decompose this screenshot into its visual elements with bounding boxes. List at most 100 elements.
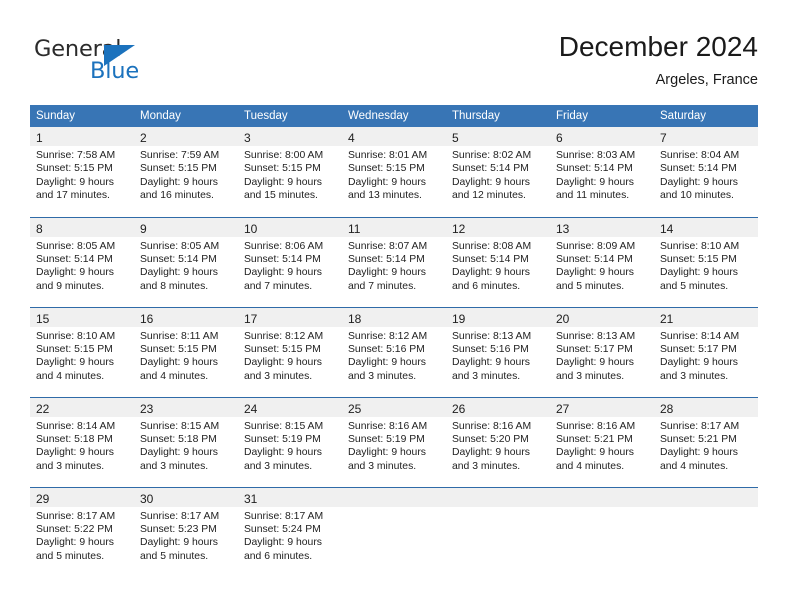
sunset-text: Sunset: 5:15 PM [36, 343, 113, 355]
page-subtitle-location: Argeles, France [655, 72, 758, 88]
day-cell[interactable]: 3 Sunrise: 8:00 AM Sunset: 5:15 PM Dayli… [238, 127, 342, 217]
daylight-text-line1: Daylight: 9 hours [660, 447, 738, 459]
sunset-text: Sunset: 5:21 PM [556, 433, 633, 445]
day-details: Sunrise: 8:10 AM Sunset: 5:15 PM Dayligh… [30, 327, 134, 384]
sunrise-text: Sunrise: 8:14 AM [660, 330, 740, 342]
daylight-text-line2: and 15 minutes. [244, 190, 318, 202]
sunrise-text: Sunrise: 8:07 AM [348, 240, 428, 252]
sunrise-text: Sunrise: 8:12 AM [348, 330, 428, 342]
day-number [654, 487, 758, 507]
day-details: Sunrise: 8:13 AM Sunset: 5:16 PM Dayligh… [446, 327, 550, 384]
day-cell[interactable]: 28 Sunrise: 8:17 AM Sunset: 5:21 PM Dayl… [654, 396, 758, 487]
day-cell[interactable]: 8 Sunrise: 8:05 AM Sunset: 5:14 PM Dayli… [30, 216, 134, 307]
day-cell[interactable]: 21 Sunrise: 8:14 AM Sunset: 5:17 PM Dayl… [654, 306, 758, 397]
day-cell[interactable]: 13 Sunrise: 8:09 AM Sunset: 5:14 PM Dayl… [550, 216, 654, 307]
sunrise-text: Sunrise: 8:12 AM [244, 330, 324, 342]
day-number: 5 [446, 127, 550, 146]
daylight-text-line1: Daylight: 9 hours [244, 267, 322, 279]
day-cell[interactable]: 22 Sunrise: 8:14 AM Sunset: 5:18 PM Dayl… [30, 396, 134, 487]
day-cell[interactable]: 7 Sunrise: 8:04 AM Sunset: 5:14 PM Dayli… [654, 127, 758, 217]
day-cell[interactable]: 2 Sunrise: 7:59 AM Sunset: 5:15 PM Dayli… [134, 127, 238, 217]
day-details: Sunrise: 8:08 AM Sunset: 5:14 PM Dayligh… [446, 237, 550, 294]
day-details: Sunrise: 8:14 AM Sunset: 5:17 PM Dayligh… [654, 327, 758, 384]
daylight-text-line1: Daylight: 9 hours [348, 447, 426, 459]
day-cell[interactable]: 10 Sunrise: 8:06 AM Sunset: 5:14 PM Dayl… [238, 216, 342, 307]
sunrise-text: Sunrise: 8:11 AM [140, 330, 219, 342]
sunset-text: Sunset: 5:18 PM [140, 433, 217, 445]
day-number: 23 [134, 397, 238, 417]
daylight-text-line2: and 6 minutes. [244, 550, 313, 562]
sunset-text: Sunset: 5:14 PM [348, 253, 425, 265]
sunrise-text: Sunrise: 8:10 AM [660, 240, 740, 252]
day-number: 1 [30, 127, 134, 146]
calendar-week-row: 15 Sunrise: 8:10 AM Sunset: 5:15 PM Dayl… [30, 306, 758, 397]
sunrise-text: Sunrise: 7:59 AM [140, 150, 220, 161]
day-cell[interactable]: 30 Sunrise: 8:17 AM Sunset: 5:23 PM Dayl… [134, 486, 238, 577]
daylight-text-line2: and 5 minutes. [36, 550, 105, 562]
day-cell[interactable]: 26 Sunrise: 8:16 AM Sunset: 5:20 PM Dayl… [446, 396, 550, 487]
daylight-text-line1: Daylight: 9 hours [348, 267, 426, 279]
day-cell[interactable]: 17 Sunrise: 8:12 AM Sunset: 5:15 PM Dayl… [238, 306, 342, 397]
daylight-text-line1: Daylight: 9 hours [244, 357, 322, 369]
calendar-header-row: Sunday Monday Tuesday Wednesday Thursday… [30, 105, 758, 127]
day-cell[interactable]: 15 Sunrise: 8:10 AM Sunset: 5:15 PM Dayl… [30, 306, 134, 397]
daylight-text-line1: Daylight: 9 hours [140, 447, 218, 459]
sunset-text: Sunset: 5:15 PM [36, 163, 113, 175]
daylight-text-line2: and 3 minutes. [452, 370, 521, 382]
day-cell[interactable]: 16 Sunrise: 8:11 AM Sunset: 5:15 PM Dayl… [134, 306, 238, 397]
sunset-text: Sunset: 5:19 PM [348, 433, 425, 445]
day-cell[interactable]: 12 Sunrise: 8:08 AM Sunset: 5:14 PM Dayl… [446, 216, 550, 307]
day-cell[interactable]: 20 Sunrise: 8:13 AM Sunset: 5:17 PM Dayl… [550, 306, 654, 397]
day-cell[interactable]: 18 Sunrise: 8:12 AM Sunset: 5:16 PM Dayl… [342, 306, 446, 397]
day-cell[interactable]: 23 Sunrise: 8:15 AM Sunset: 5:18 PM Dayl… [134, 396, 238, 487]
day-cell[interactable]: 29 Sunrise: 8:17 AM Sunset: 5:22 PM Dayl… [30, 486, 134, 577]
day-details: Sunrise: 8:17 AM Sunset: 5:24 PM Dayligh… [238, 507, 342, 564]
daylight-text-line1: Daylight: 9 hours [348, 176, 426, 188]
day-cell[interactable]: 5 Sunrise: 8:02 AM Sunset: 5:14 PM Dayli… [446, 127, 550, 217]
day-number: 11 [342, 217, 446, 237]
daylight-text-line1: Daylight: 9 hours [660, 267, 738, 279]
calendar-week-row: 1 Sunrise: 7:58 AM Sunset: 5:15 PM Dayli… [30, 127, 758, 217]
sunset-text: Sunset: 5:14 PM [36, 253, 113, 265]
sunrise-text: Sunrise: 8:01 AM [348, 150, 428, 161]
day-number: 29 [30, 487, 134, 507]
day-cell[interactable]: 27 Sunrise: 8:16 AM Sunset: 5:21 PM Dayl… [550, 396, 654, 487]
day-details: Sunrise: 8:15 AM Sunset: 5:19 PM Dayligh… [238, 417, 342, 474]
daylight-text-line1: Daylight: 9 hours [140, 357, 218, 369]
daylight-text-line2: and 7 minutes. [348, 280, 417, 292]
daylight-text-line1: Daylight: 9 hours [36, 357, 114, 369]
weekday-header-friday: Friday [550, 105, 654, 127]
day-number: 26 [446, 397, 550, 417]
logo-text-blue: Blue [90, 58, 139, 84]
day-cell[interactable]: 31 Sunrise: 8:17 AM Sunset: 5:24 PM Dayl… [238, 486, 342, 577]
day-details: Sunrise: 8:17 AM Sunset: 5:23 PM Dayligh… [134, 507, 238, 564]
sunset-text: Sunset: 5:14 PM [660, 163, 737, 175]
day-cell[interactable]: 9 Sunrise: 8:05 AM Sunset: 5:14 PM Dayli… [134, 216, 238, 307]
calendar-week-row: 8 Sunrise: 8:05 AM Sunset: 5:14 PM Dayli… [30, 216, 758, 307]
day-details: Sunrise: 8:16 AM Sunset: 5:20 PM Dayligh… [446, 417, 550, 474]
day-cell[interactable]: 4 Sunrise: 8:01 AM Sunset: 5:15 PM Dayli… [342, 127, 446, 217]
day-cell[interactable]: 19 Sunrise: 8:13 AM Sunset: 5:16 PM Dayl… [446, 306, 550, 397]
day-cell[interactable]: 24 Sunrise: 8:15 AM Sunset: 5:19 PM Dayl… [238, 396, 342, 487]
day-cell[interactable]: 1 Sunrise: 7:58 AM Sunset: 5:15 PM Dayli… [30, 127, 134, 217]
day-number: 3 [238, 127, 342, 146]
daylight-text-line1: Daylight: 9 hours [36, 447, 114, 459]
daylight-text-line2: and 3 minutes. [244, 370, 313, 382]
day-details: Sunrise: 8:07 AM Sunset: 5:14 PM Dayligh… [342, 237, 446, 294]
general-blue-logo[interactable]: General Blue [34, 36, 214, 88]
day-number: 15 [30, 307, 134, 327]
day-number: 2 [134, 127, 238, 146]
day-cell-empty [446, 486, 550, 577]
sunset-text: Sunset: 5:21 PM [660, 433, 737, 445]
daylight-text-line2: and 3 minutes. [140, 460, 209, 472]
sunset-text: Sunset: 5:19 PM [244, 433, 321, 445]
sunrise-text: Sunrise: 8:03 AM [556, 150, 636, 161]
day-cell[interactable]: 11 Sunrise: 8:07 AM Sunset: 5:14 PM Dayl… [342, 216, 446, 307]
daylight-text-line2: and 6 minutes. [452, 280, 521, 292]
daylight-text-line2: and 4 minutes. [36, 370, 105, 382]
day-cell[interactable]: 6 Sunrise: 8:03 AM Sunset: 5:14 PM Dayli… [550, 127, 654, 217]
daylight-text-line2: and 3 minutes. [348, 460, 417, 472]
day-cell[interactable]: 25 Sunrise: 8:16 AM Sunset: 5:19 PM Dayl… [342, 396, 446, 487]
day-number [342, 487, 446, 507]
day-cell[interactable]: 14 Sunrise: 8:10 AM Sunset: 5:15 PM Dayl… [654, 216, 758, 307]
